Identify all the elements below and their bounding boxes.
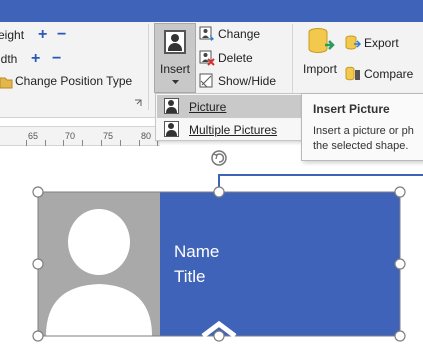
ruler-tick-label: 80 xyxy=(141,131,152,141)
group-separator xyxy=(148,24,149,110)
org-chart-shape-layer: Name Title xyxy=(32,150,423,342)
insert-button-label: Insert xyxy=(160,62,191,76)
card-name-text: Name xyxy=(174,242,219,261)
rotate-handle-icon xyxy=(211,150,227,166)
height-decrease-button[interactable]: − xyxy=(57,27,66,43)
import-button[interactable]: Import xyxy=(303,62,337,76)
insert-picture-tooltip: Insert Picture Insert a picture or ph th… xyxy=(301,93,423,161)
folder-icon xyxy=(0,77,13,89)
card-title-text: Title xyxy=(174,267,206,286)
dialog-launcher-icon[interactable] xyxy=(134,99,142,107)
connector-line xyxy=(218,174,423,192)
resize-handle-right xyxy=(394,258,406,270)
resize-handle-left xyxy=(32,258,44,270)
height-increase-button[interactable]: + xyxy=(38,27,47,43)
person-picture-icon xyxy=(164,30,186,54)
tooltip-description: Insert a picture or ph the selected shap… xyxy=(313,124,423,154)
export-button[interactable]: Export xyxy=(364,36,399,50)
width-decrease-button[interactable]: − xyxy=(52,51,61,67)
delete-picture-button[interactable]: Delete xyxy=(218,51,253,65)
tooltip-line: the selected shape. xyxy=(313,140,409,152)
chevron-down-icon xyxy=(172,80,179,84)
height-label: eight xyxy=(0,28,25,42)
show-hide-button[interactable]: Show/Hide xyxy=(218,74,276,88)
insert-picture-button[interactable]: Insert xyxy=(154,23,196,93)
title-bar-band xyxy=(0,0,423,22)
picture-icon xyxy=(164,98,179,114)
compare-icon xyxy=(345,66,360,81)
horizontal-ruler: 65 70 75 80 xyxy=(0,126,160,146)
resize-handle-bottom xyxy=(213,330,225,342)
ruler-tick-label: 75 xyxy=(103,131,114,141)
width-increase-button[interactable]: + xyxy=(31,51,40,67)
multiple-pictures-icon xyxy=(164,121,179,137)
width-label: idth xyxy=(0,52,18,66)
resize-handle-bottom-left xyxy=(32,330,44,342)
menu-item-label: Multiple Pictures xyxy=(189,123,278,137)
resize-handle-top-right xyxy=(394,186,406,198)
tooltip-title: Insert Picture xyxy=(313,102,390,116)
tooltip-line: Insert a picture or ph xyxy=(313,125,414,137)
menu-item-multiple-pictures[interactable]: Multiple Pictures xyxy=(157,118,303,141)
menu-item-label: Picture xyxy=(189,100,227,114)
insert-dropdown-menu: Picture Multiple Pictures xyxy=(155,93,303,141)
change-picture-icon xyxy=(199,26,214,41)
drawing-canvas[interactable]: Name Title xyxy=(0,146,423,358)
import-data-icon xyxy=(308,28,335,53)
ruler-tick-label: 65 xyxy=(28,131,39,141)
change-position-type-button[interactable]: Change Position Type xyxy=(15,74,132,88)
menu-item-picture[interactable]: Picture xyxy=(157,95,303,118)
resize-handle-bottom-right xyxy=(394,330,406,342)
person-head-icon xyxy=(68,209,130,275)
delete-picture-icon xyxy=(199,50,215,66)
change-picture-button[interactable]: Change xyxy=(218,27,260,41)
show-hide-picture-icon xyxy=(199,73,213,88)
ruler-tick-label: 70 xyxy=(65,131,76,141)
resize-handle-top-left xyxy=(32,186,44,198)
compare-button[interactable]: Compare xyxy=(364,67,413,81)
export-icon xyxy=(345,35,361,50)
resize-handle-top xyxy=(213,186,225,198)
